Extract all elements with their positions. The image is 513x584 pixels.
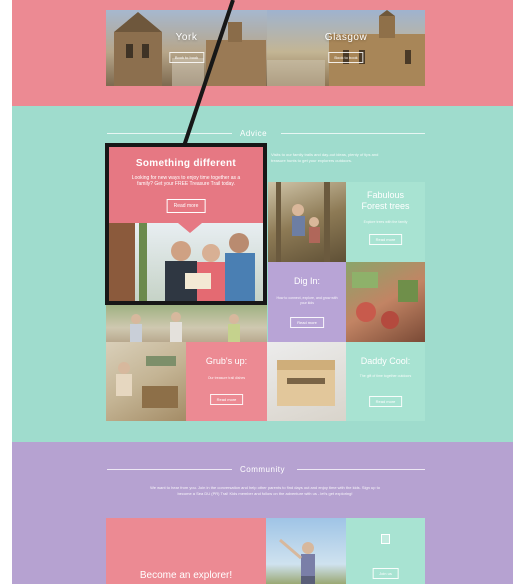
forest-tile-text: Explore trees with the family	[363, 220, 408, 224]
daddy-cool-tile[interactable]: Daddy Cool: The gift of time together ou…	[346, 342, 425, 421]
york-button[interactable]: Book to book	[168, 52, 205, 63]
daddy-cool-button[interactable]: Read more	[368, 396, 403, 407]
daddy-cool-text: The gift of time together outdoors	[359, 374, 412, 378]
featured-text: Looking for new ways to enjoy time toget…	[131, 175, 241, 187]
advice-rule-right	[281, 133, 425, 134]
advice-intro: Visits to our family trails and day-out …	[271, 152, 379, 163]
community-title: Community	[240, 465, 285, 474]
family-walk-photo	[106, 305, 267, 343]
dig-in-title: Dig In:	[293, 276, 320, 286]
featured-title: Something different	[135, 158, 237, 169]
featured-photo	[109, 223, 263, 301]
treasure-box-image	[277, 360, 335, 406]
advice-title: Advice	[240, 129, 268, 138]
join-button[interactable]: Join us	[372, 568, 399, 579]
dig-in-button[interactable]: Read more	[290, 317, 324, 328]
explorer-card[interactable]: Become an explorer!	[106, 518, 266, 584]
glasgow-button[interactable]: Book to book	[328, 52, 364, 63]
york-title: York	[175, 32, 198, 43]
wooden-box-photo	[267, 342, 346, 421]
glasgow-title: Glasgow	[324, 32, 368, 43]
explorer-photo	[266, 518, 346, 584]
grubs-up-tile[interactable]: Grub's up: Our treasure trail dishes Rea…	[186, 342, 267, 421]
forest-tile-title: Fabulous Forest trees	[361, 190, 410, 211]
garden-photo	[346, 262, 425, 342]
community-intro: We want to hear from you. Join in the co…	[150, 485, 380, 496]
explorer-title: Become an explorer!	[139, 570, 233, 581]
children-in-woods-image	[276, 182, 330, 262]
grubs-up-text: Our treasure trail dishes	[207, 376, 246, 380]
forest-tile[interactable]: Fabulous Forest trees Explore trees with…	[346, 182, 425, 262]
picnic-image	[116, 356, 178, 408]
glasgow-building-image	[267, 10, 425, 86]
callout-pointer	[178, 223, 202, 233]
join-icon	[381, 534, 390, 544]
featured-read-more-button[interactable]: Read more	[166, 199, 206, 213]
featured-advice-callout[interactable]: Something different Looking for new ways…	[105, 143, 267, 305]
family-walking-image	[130, 312, 240, 343]
glasgow-card[interactable]: Glasgow Book to book	[267, 10, 425, 86]
page: York Book to book Glasgow Book to book A…	[0, 0, 513, 584]
dig-in-text: How to connect, explore, and grow with y…	[276, 296, 338, 305]
join-tile[interactable]: Join us	[346, 518, 425, 584]
community-rule-right	[297, 469, 425, 470]
garden-pots-image	[352, 272, 418, 329]
york-building-image	[114, 12, 266, 86]
advice-rule-left	[107, 133, 232, 134]
grubs-up-title: Grub's up:	[205, 356, 248, 366]
grubs-up-button[interactable]: Read more	[209, 394, 244, 405]
daddy-cool-title: Daddy Cool:	[360, 356, 411, 366]
family-reading-image	[109, 223, 255, 301]
community-rule-left	[107, 469, 232, 470]
dig-in-tile[interactable]: Dig In: How to connect, explore, and gro…	[268, 262, 346, 342]
forest-photo	[268, 182, 346, 262]
picnic-photo	[106, 342, 186, 421]
forest-tile-button[interactable]: Read more	[368, 234, 403, 245]
boy-explorer-image	[279, 538, 315, 584]
york-card[interactable]: York Book to book	[106, 10, 267, 86]
